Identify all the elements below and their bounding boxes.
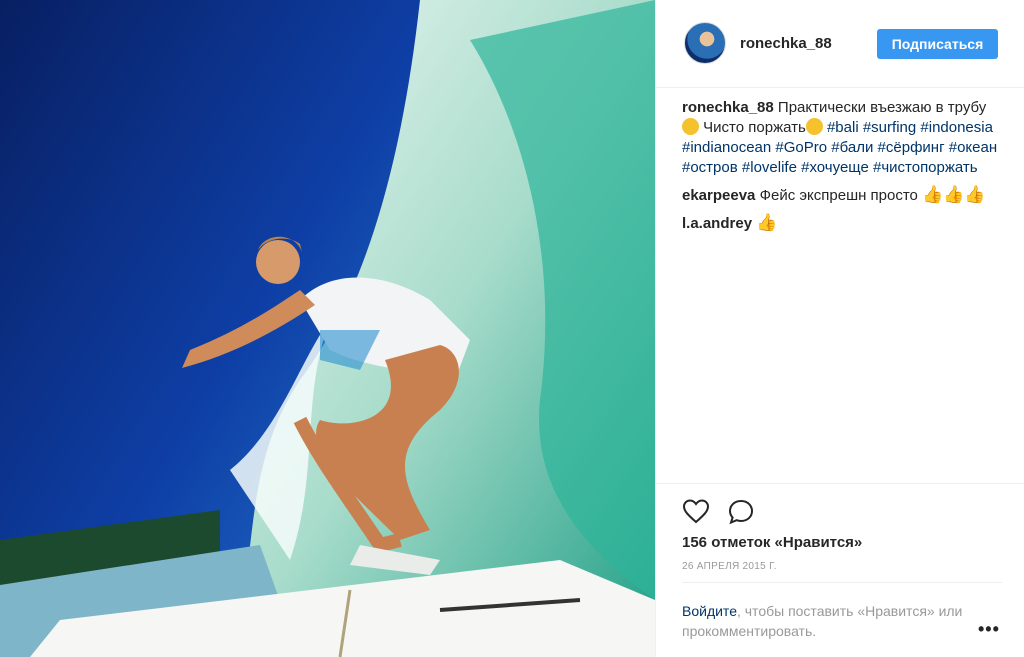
- comment-username[interactable]: ekarpeeva: [682, 187, 755, 204]
- divider: [682, 582, 1002, 583]
- post-header: ronechka_88 Подписаться: [656, 0, 1024, 88]
- hashtag[interactable]: #остров: [682, 159, 738, 176]
- caption-username[interactable]: ronechka_88: [682, 99, 774, 116]
- hashtag[interactable]: #сёрфинг: [878, 139, 945, 156]
- hashtag[interactable]: #bali: [827, 119, 859, 136]
- thumbs-up-icon: 👍👍👍: [922, 185, 986, 204]
- hashtag[interactable]: #GoPro: [775, 139, 827, 156]
- comment-text: Фейс экспрешн просто: [759, 187, 918, 204]
- caption-text-1: Практически въезжаю в трубу: [777, 99, 987, 116]
- caption-text-2: Чисто поржать: [699, 119, 806, 136]
- laugh-emoji-icon: [805, 118, 823, 135]
- comments-list: ronechka_88 Практически въезжаю в трубу …: [682, 98, 1002, 242]
- comment-item: ekarpeeva Фейс экспрешн просто 👍👍👍: [682, 186, 1002, 206]
- hashtag[interactable]: #чистопоржать: [873, 159, 978, 176]
- surfer-wave-illustration: [0, 0, 655, 657]
- hashtag[interactable]: #lovelife: [742, 159, 797, 176]
- hashtag[interactable]: #океан: [949, 139, 997, 156]
- post-date[interactable]: 26 АПРЕЛЯ 2015 Г.: [682, 561, 777, 572]
- follow-button[interactable]: Подписаться: [877, 29, 998, 59]
- avatar[interactable]: [684, 22, 726, 64]
- caption: ronechka_88 Практически въезжаю в трубу …: [682, 98, 1002, 178]
- comment-bubble-icon[interactable]: [727, 498, 755, 526]
- more-options-icon[interactable]: •••: [978, 619, 1000, 640]
- login-prompt: Войдите, чтобы поставить «Нравится» или …: [682, 601, 982, 641]
- hashtag[interactable]: #surfing: [863, 119, 916, 136]
- comment-item: l.a.andrey 👍: [682, 214, 1002, 234]
- likes-count[interactable]: 156 отметок «Нравится»: [682, 534, 862, 551]
- thumbs-up-icon: 👍: [756, 213, 778, 232]
- hashtag[interactable]: #хочуеще: [801, 159, 869, 176]
- hashtag[interactable]: #indonesia: [920, 119, 993, 136]
- hashtag[interactable]: #бали: [831, 139, 873, 156]
- grin-emoji-icon: [682, 118, 699, 135]
- post-actions: 156 отметок «Нравится» 26 АПРЕЛЯ 2015 Г.…: [656, 483, 1024, 657]
- post-photo: [0, 0, 655, 657]
- comment-username[interactable]: l.a.andrey: [682, 215, 752, 232]
- login-link[interactable]: Войдите: [682, 603, 737, 619]
- post-panel: ronechka_88 Подписаться ronechka_88 Прак…: [655, 0, 1024, 657]
- heart-icon[interactable]: [682, 498, 710, 526]
- hashtag[interactable]: #indianocean: [682, 139, 771, 156]
- header-username[interactable]: ronechka_88: [740, 35, 832, 52]
